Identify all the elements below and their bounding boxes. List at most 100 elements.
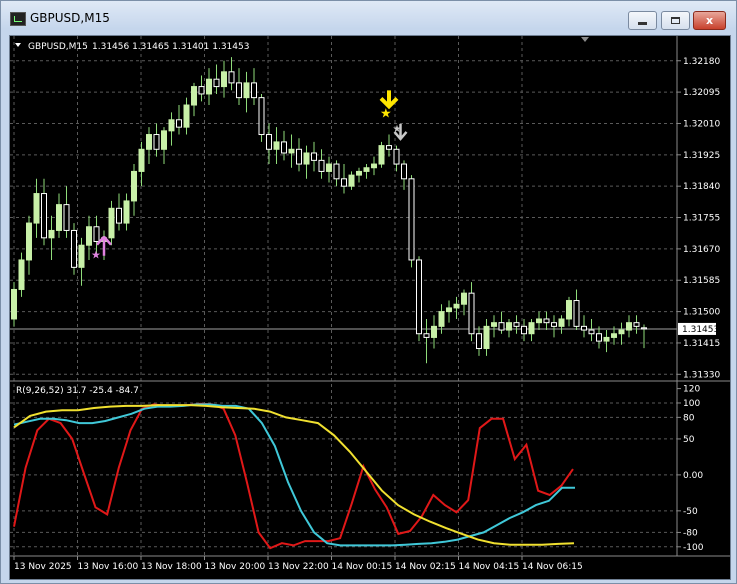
price-tick-label: 1.32010: [683, 119, 720, 129]
candle-body: [543, 318, 550, 324]
indicator-label: R(9,26,52) 31.7 -25.4 -84.7: [16, 386, 139, 396]
current-price-label: 1.31453: [682, 325, 719, 335]
candle-body: [476, 333, 482, 349]
candle-body: [551, 322, 557, 327]
candle-body: [453, 303, 460, 309]
candle-body: [78, 244, 85, 268]
sell-star-icon: ★: [393, 124, 402, 135]
candle-body: [566, 300, 572, 320]
level-tick-label: -80: [683, 528, 698, 538]
level-tick-label: -50: [683, 507, 698, 517]
shift-marker-icon[interactable]: [581, 37, 589, 42]
candle-body: [288, 148, 295, 154]
close-button[interactable]: x: [693, 11, 726, 30]
candle-body: [461, 292, 467, 305]
candle-body: [86, 226, 92, 246]
candle-body: [63, 204, 70, 231]
candle-body: [153, 134, 160, 150]
candle-body: [438, 311, 445, 327]
candle-body: [506, 322, 512, 331]
title-bar[interactable]: GBPUSD,M15 x: [1, 1, 736, 35]
candle-body: [408, 178, 415, 261]
price-tick-label: 1.32095: [683, 88, 720, 98]
candle-body: [93, 226, 100, 243]
candle-body: [33, 193, 40, 224]
candle-body: [513, 322, 520, 327]
candle-body: [603, 336, 610, 342]
candle-body: [558, 318, 565, 327]
candle-body: [71, 229, 77, 268]
candle-body: [11, 288, 17, 320]
candle-body: [401, 163, 407, 180]
candle-body: [281, 141, 287, 154]
time-tick-label: 13 Nov 2025: [14, 562, 72, 572]
candle-body: [191, 86, 197, 106]
candle-body: [258, 97, 265, 136]
candle-body: [116, 207, 122, 224]
candle-body: [393, 148, 400, 165]
chart-canvas[interactable]: ★★★ 1.321801.320951.320101.319251.318401…: [10, 36, 730, 579]
candle-body: [146, 134, 152, 150]
level-tick-label: 50: [683, 435, 695, 445]
time-tick-label: 14 Nov 00:15: [332, 562, 393, 572]
candle-body: [378, 145, 385, 165]
candle-body: [243, 82, 250, 99]
candle-body: [386, 145, 392, 150]
candle-body: [573, 300, 580, 327]
chart-area[interactable]: ★ ★ ★ 1.32180 1.32095 1.32010 1.31925 1.31840 1…: [9, 35, 731, 580]
time-tick-label: 13 Nov 18:00: [141, 562, 202, 572]
candle-body: [138, 148, 145, 172]
level-tick-label: 0.00: [683, 471, 703, 481]
level-tick-label: 100: [683, 399, 700, 409]
price-tick-label: 1.31415: [683, 339, 720, 349]
price-tick-label: 1.31500: [683, 308, 720, 318]
candle-body: [176, 119, 182, 128]
candle-body: [251, 82, 257, 99]
candle-body: [213, 78, 220, 88]
candle-body: [348, 174, 355, 187]
price-tick-label: 1.31755: [683, 214, 720, 224]
candle-body: [18, 259, 25, 290]
candle-body: [221, 71, 227, 88]
candle-body: [273, 141, 280, 150]
candle-body: [56, 204, 62, 231]
ohlc-readout: 1.31456 1.31465 1.31401 1.31453: [92, 42, 249, 52]
candle-body: [483, 325, 490, 349]
sell-star-icon: ★: [380, 106, 392, 121]
minimize-button[interactable]: [628, 11, 657, 30]
candle-body: [498, 322, 505, 331]
time-tick-label: 14 Nov 06:15: [522, 562, 583, 572]
candle-body: [296, 148, 302, 165]
maximize-button[interactable]: [661, 11, 690, 30]
candle-body: [183, 104, 190, 128]
triangle-down-icon[interactable]: [15, 43, 21, 47]
candle-body: [206, 78, 212, 95]
chart-window: GBPUSD,M15 x ★ ★ ★ 1.32180 1.32095 1.32010 1.…: [0, 0, 737, 584]
level-tick-label: 80: [683, 413, 695, 423]
price-tick-label: 1.31330: [683, 370, 720, 380]
minimize-icon: [638, 22, 647, 25]
level-tick-label: -100: [683, 543, 704, 553]
candle-body: [341, 178, 347, 187]
candle-body: [161, 130, 167, 150]
chart-app-icon: [10, 12, 26, 26]
candle-body: [581, 325, 587, 331]
candle-body: [611, 333, 617, 338]
candle-body: [641, 327, 647, 330]
candle-body: [596, 333, 602, 342]
maximize-icon: [671, 17, 680, 24]
candle-body: [318, 159, 325, 172]
time-tick-label: 13 Nov 22:00: [268, 562, 329, 572]
candle-body: [491, 322, 497, 327]
candle-body: [416, 259, 422, 335]
candle-body: [41, 193, 47, 239]
candle-body: [303, 152, 310, 165]
time-tick-label: 14 Nov 02:15: [395, 562, 456, 572]
candle-body: [588, 329, 595, 335]
price-tick-label: 1.31585: [683, 276, 720, 286]
price-tick-label: 1.31670: [683, 245, 720, 255]
time-tick-label: 13 Nov 20:00: [205, 562, 266, 572]
candle-body: [626, 322, 632, 331]
candle-body: [48, 229, 55, 239]
price-tick-label: 1.31925: [683, 151, 720, 161]
